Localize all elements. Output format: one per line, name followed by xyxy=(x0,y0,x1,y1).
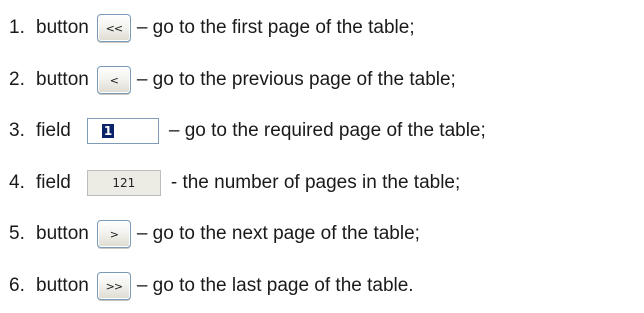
item-type-word: button xyxy=(36,275,89,296)
list-item-previous-page: 2. button < – go to the previous page of… xyxy=(9,54,456,106)
item-description: – go to the required page of the table; xyxy=(168,120,486,141)
first-page-button[interactable]: << xyxy=(96,14,131,42)
item-number: 2. xyxy=(9,69,25,90)
item-type-word: field xyxy=(36,172,71,193)
list-item-page-field: 3. field 1 – go to the required page of … xyxy=(9,105,486,157)
item-description: – go to the next page of the table; xyxy=(136,223,420,244)
item-type-word: button xyxy=(36,223,89,244)
page-number-value: 1 xyxy=(101,124,115,138)
item-number: 6. xyxy=(9,275,25,296)
item-number: 5. xyxy=(9,223,25,244)
last-page-button[interactable]: >> xyxy=(96,272,131,300)
previous-page-button[interactable]: < xyxy=(96,66,131,94)
item-description: – go to the last page of the table. xyxy=(136,275,414,296)
item-type-word: field xyxy=(36,120,71,141)
next-page-button[interactable]: > xyxy=(96,220,131,248)
item-description: – go to the first page of the table; xyxy=(136,17,415,38)
list-item-first-page: 1. button << – go to the first page of t… xyxy=(9,2,415,54)
item-number: 1. xyxy=(9,17,25,38)
pagination-help-list: 1. button << – go to the first page of t… xyxy=(0,0,644,313)
page-count-field: 121 xyxy=(86,170,161,196)
page-number-input[interactable]: 1 xyxy=(86,118,159,144)
item-type-word: button xyxy=(36,69,89,90)
item-description: - the number of pages in the table; xyxy=(170,172,461,193)
item-type-word: button xyxy=(36,17,89,38)
item-number: 4. xyxy=(9,172,25,193)
list-item-next-page: 5. button > – go to the next page of the… xyxy=(9,208,420,260)
list-item-last-page: 6. button >> – go to the last page of th… xyxy=(9,260,414,312)
item-description: – go to the previous page of the table; xyxy=(136,69,456,90)
item-number: 3. xyxy=(9,120,25,141)
list-item-page-count: 4. field 121 - the number of pages in th… xyxy=(9,157,460,209)
